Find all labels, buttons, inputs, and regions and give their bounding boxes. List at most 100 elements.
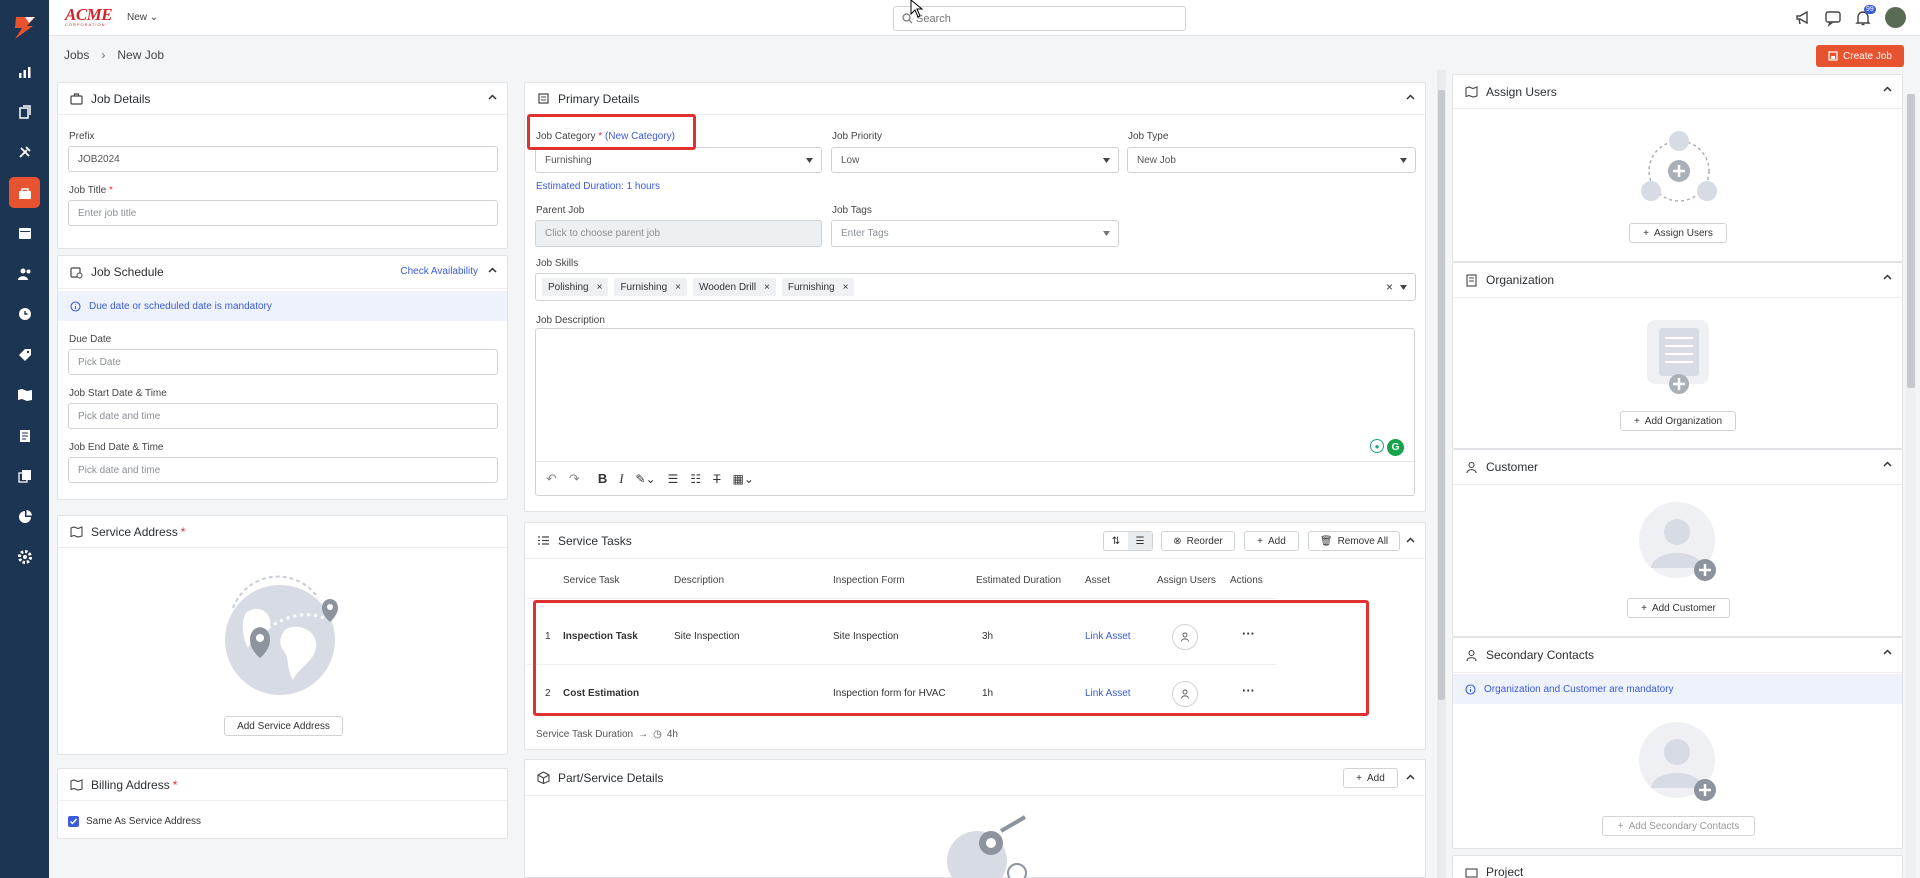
chat-icon[interactable] — [1824, 9, 1842, 27]
link-asset[interactable]: Link Asset — [1085, 688, 1131, 699]
main-scrollbar[interactable] — [1437, 70, 1446, 878]
user-avatar[interactable] — [1885, 7, 1906, 28]
add-part-button[interactable]: + Add — [1343, 768, 1398, 788]
service-task-duration: Service Task Duration → ◷ 4h — [536, 729, 678, 740]
job-type-select[interactable]: New Job — [1127, 147, 1416, 173]
jobs-icon[interactable] — [9, 177, 40, 208]
collapse-icon[interactable] — [487, 265, 498, 276]
secondary-contacts-illustration — [1639, 722, 1716, 801]
assign-user-icon[interactable] — [1172, 624, 1198, 650]
project-header[interactable]: Project — [1453, 856, 1902, 878]
prefix-field[interactable]: JOB2024 — [68, 146, 498, 172]
customer-header[interactable]: Customer — [1453, 450, 1902, 485]
job-category-select[interactable]: Furnishing — [535, 147, 822, 173]
highlight-icon[interactable]: ✎⌄ — [636, 472, 656, 486]
app-logo-icon[interactable] — [11, 14, 38, 41]
breadcrumb-jobs[interactable]: Jobs — [64, 48, 89, 62]
assign-users-button[interactable]: + Assign Users — [1629, 223, 1727, 243]
search-input[interactable] — [916, 10, 1176, 27]
tag-icon[interactable] — [9, 339, 40, 370]
redo-icon[interactable]: ↷ — [569, 471, 580, 487]
grammarly-icon[interactable]: G — [1387, 439, 1404, 456]
remove-icon[interactable]: × — [843, 282, 849, 293]
bullet-list-icon[interactable]: ☰ — [668, 472, 679, 486]
primary-details-title: Primary Details — [558, 91, 640, 106]
collapse-icon[interactable] — [1882, 84, 1893, 95]
parts-illustration — [947, 815, 1027, 878]
collapse-icon[interactable] — [1882, 459, 1893, 470]
duration-value: 4h — [666, 729, 678, 740]
dashboard-icon[interactable] — [9, 56, 40, 87]
lightbulb-icon[interactable]: ● — [1370, 439, 1384, 453]
undo-icon[interactable]: ↶ — [546, 471, 557, 487]
numbered-list-icon[interactable]: ☷ — [690, 472, 701, 486]
job-tags-input[interactable]: Enter Tags — [831, 220, 1119, 247]
remove-icon[interactable]: × — [764, 282, 770, 293]
table-row[interactable]: 1 Inspection Task Site Inspection Site I… — [527, 609, 1277, 665]
right-scrollbar[interactable] — [1906, 94, 1916, 878]
collapse-icon[interactable] — [1405, 772, 1416, 783]
add-customer-button[interactable]: + Add Customer — [1627, 598, 1730, 618]
billing-address-title: Billing Address — [91, 777, 170, 792]
create-job-button[interactable]: Create Job — [1816, 45, 1904, 67]
remove-icon[interactable]: × — [597, 282, 603, 293]
clear-icon[interactable]: × — [1386, 280, 1393, 294]
organization-header[interactable]: Organization — [1453, 263, 1902, 298]
add-task-button[interactable]: + Add — [1244, 531, 1299, 551]
more-actions-icon[interactable]: ··· — [1242, 683, 1255, 698]
invoice-icon[interactable] — [9, 420, 40, 451]
brand-logo[interactable]: ACME CORPORATION — [65, 6, 115, 27]
job-priority-select[interactable]: Low — [831, 147, 1119, 173]
remove-all-button[interactable]: 🗑 Remove All — [1308, 531, 1400, 551]
start-date-input[interactable]: Pick date and time — [68, 403, 498, 429]
users-icon[interactable] — [9, 258, 40, 289]
check-availability-link[interactable]: Check Availability — [400, 266, 478, 277]
collapse-icon[interactable] — [487, 92, 498, 103]
same-as-service-checkbox[interactable] — [68, 816, 79, 827]
calendar-icon[interactable] — [9, 217, 40, 248]
bold-icon[interactable]: B — [598, 471, 607, 486]
secondary-contacts-header[interactable]: Secondary Contacts — [1453, 638, 1902, 673]
reorder-button[interactable]: ⊗ Reorder — [1161, 531, 1235, 551]
collapse-icon[interactable] — [1405, 92, 1416, 103]
search-box[interactable] — [893, 6, 1186, 31]
job-schedule-header[interactable]: Job Schedule Check Availability — [58, 256, 507, 289]
add-service-address-button[interactable]: Add Service Address — [224, 716, 343, 736]
assign-user-icon[interactable] — [1172, 681, 1198, 707]
clock-icon[interactable] — [9, 298, 40, 329]
table-row[interactable]: 2 Cost Estimation Inspection form for HV… — [527, 666, 1277, 722]
table-icon[interactable]: ▦⌄ — [733, 472, 754, 486]
tools-icon[interactable] — [9, 136, 40, 167]
job-title-input[interactable]: Enter job title — [68, 200, 498, 226]
collapse-icon[interactable] — [1882, 647, 1893, 658]
job-description-editor[interactable]: ● G ↶ ↷ B I ✎⌄ ☰ ☷ T ▦⌄ — [535, 328, 1415, 496]
collapse-icon[interactable] — [1405, 535, 1416, 546]
map-icon[interactable] — [9, 379, 40, 410]
megaphone-icon[interactable] — [1794, 9, 1812, 27]
link-asset[interactable]: Link Asset — [1085, 631, 1131, 642]
sort-icon[interactable]: ⇅ — [1104, 532, 1128, 550]
new-category-link[interactable]: (New Category) — [605, 131, 675, 142]
job-title-label: Job Title * — [69, 185, 113, 196]
files-icon[interactable] — [9, 460, 40, 491]
italic-icon[interactable]: I — [619, 471, 623, 487]
add-secondary-contacts-button[interactable]: + Add Secondary Contacts — [1602, 816, 1755, 836]
remove-icon[interactable]: × — [675, 282, 681, 293]
assign-users-header[interactable]: Assign Users — [1453, 75, 1902, 109]
documents-icon[interactable] — [9, 96, 40, 127]
settings-icon[interactable] — [9, 541, 40, 572]
job-skills-select[interactable]: Polishing × Furnishing × Wooden Drill × Fur… — [535, 273, 1416, 301]
primary-details-header[interactable]: Primary Details — [525, 83, 1425, 115]
parent-job-picker[interactable]: Click to choose parent job — [535, 220, 822, 247]
end-date-input[interactable]: Pick date and time — [68, 457, 498, 483]
reports-icon[interactable] — [9, 501, 40, 532]
clear-format-icon[interactable]: T — [713, 472, 720, 486]
list-view-icon[interactable]: ☰ — [1128, 532, 1152, 550]
collapse-icon[interactable] — [1882, 272, 1893, 283]
job-details-header[interactable]: Job Details — [58, 83, 507, 115]
more-actions-icon[interactable]: ··· — [1242, 626, 1255, 641]
add-organization-button[interactable]: + Add Organization — [1620, 411, 1736, 431]
notification-bell[interactable]: 99 — [1854, 5, 1876, 27]
due-date-input[interactable]: Pick Date — [68, 349, 498, 375]
new-dropdown[interactable]: New ⌄ — [127, 12, 158, 23]
